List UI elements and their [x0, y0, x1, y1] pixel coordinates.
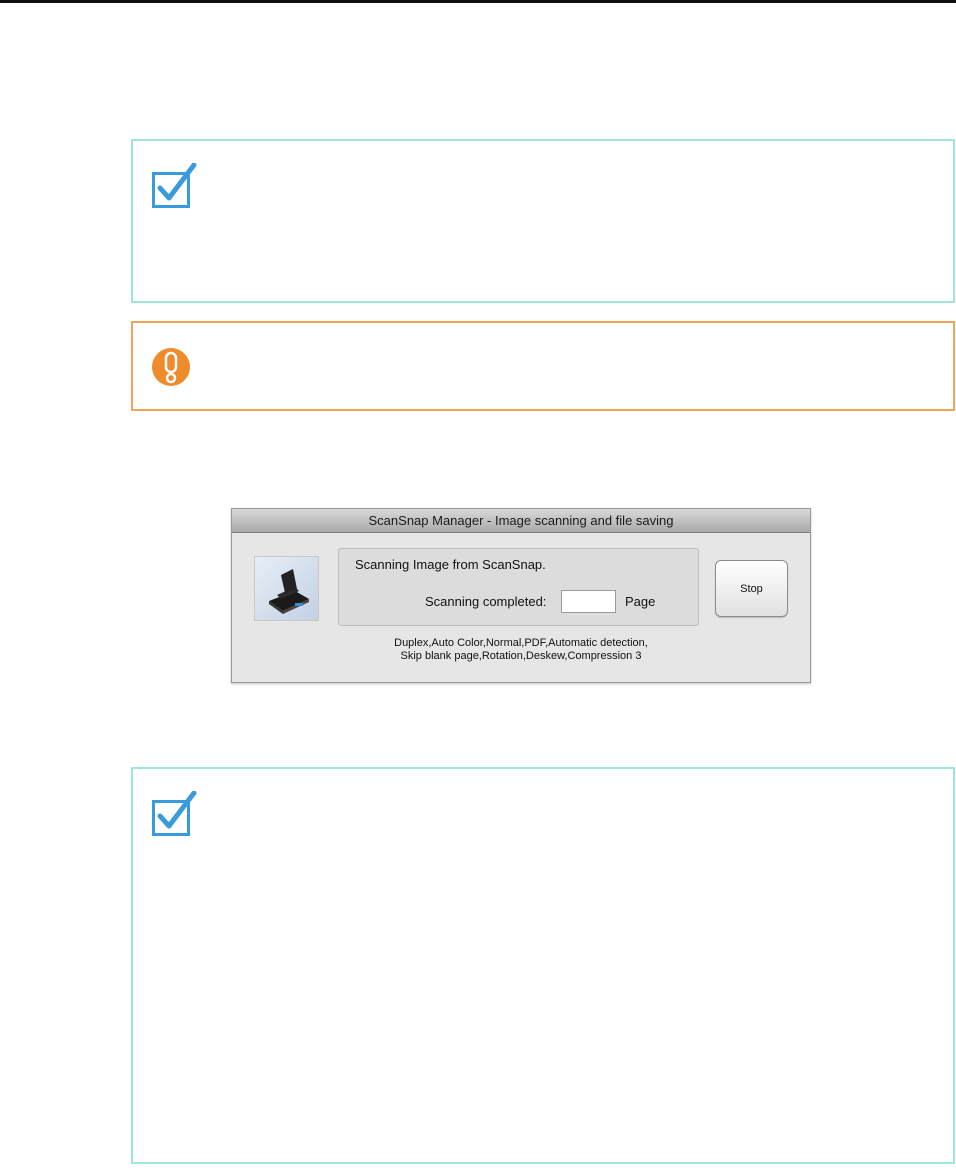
- checkmark-icon: [152, 791, 197, 836]
- scanner-icon: [254, 556, 319, 621]
- checkmark-icon: [152, 163, 197, 208]
- hint-box-1: [131, 139, 955, 303]
- page-count-field: [561, 590, 616, 613]
- completed-label: Scanning completed:: [425, 594, 547, 609]
- page-label: Page: [625, 594, 656, 609]
- top-rule: [0, 0, 956, 3]
- dialog-title: ScanSnap Manager - Image scanning and fi…: [232, 509, 810, 533]
- status-text: Scanning Image from ScanSnap.: [355, 557, 546, 572]
- settings-line-2: Skip blank page,Rotation,Deskew,Compress…: [400, 650, 642, 662]
- settings-line-1: Duplex,Auto Color,Normal,PDF,Automatic d…: [394, 637, 648, 649]
- scan-settings-summary: Duplex,Auto Color,Normal,PDF,Automatic d…: [232, 637, 810, 663]
- hint-box-2: [131, 767, 955, 1164]
- stop-button[interactable]: Stop: [715, 560, 788, 617]
- scansnap-dialog: ScanSnap Manager - Image scanning and fi…: [231, 508, 811, 683]
- caution-box: [131, 321, 955, 411]
- status-panel: Scanning Image from ScanSnap. Scanning c…: [338, 548, 699, 626]
- exclamation-icon: [152, 348, 190, 386]
